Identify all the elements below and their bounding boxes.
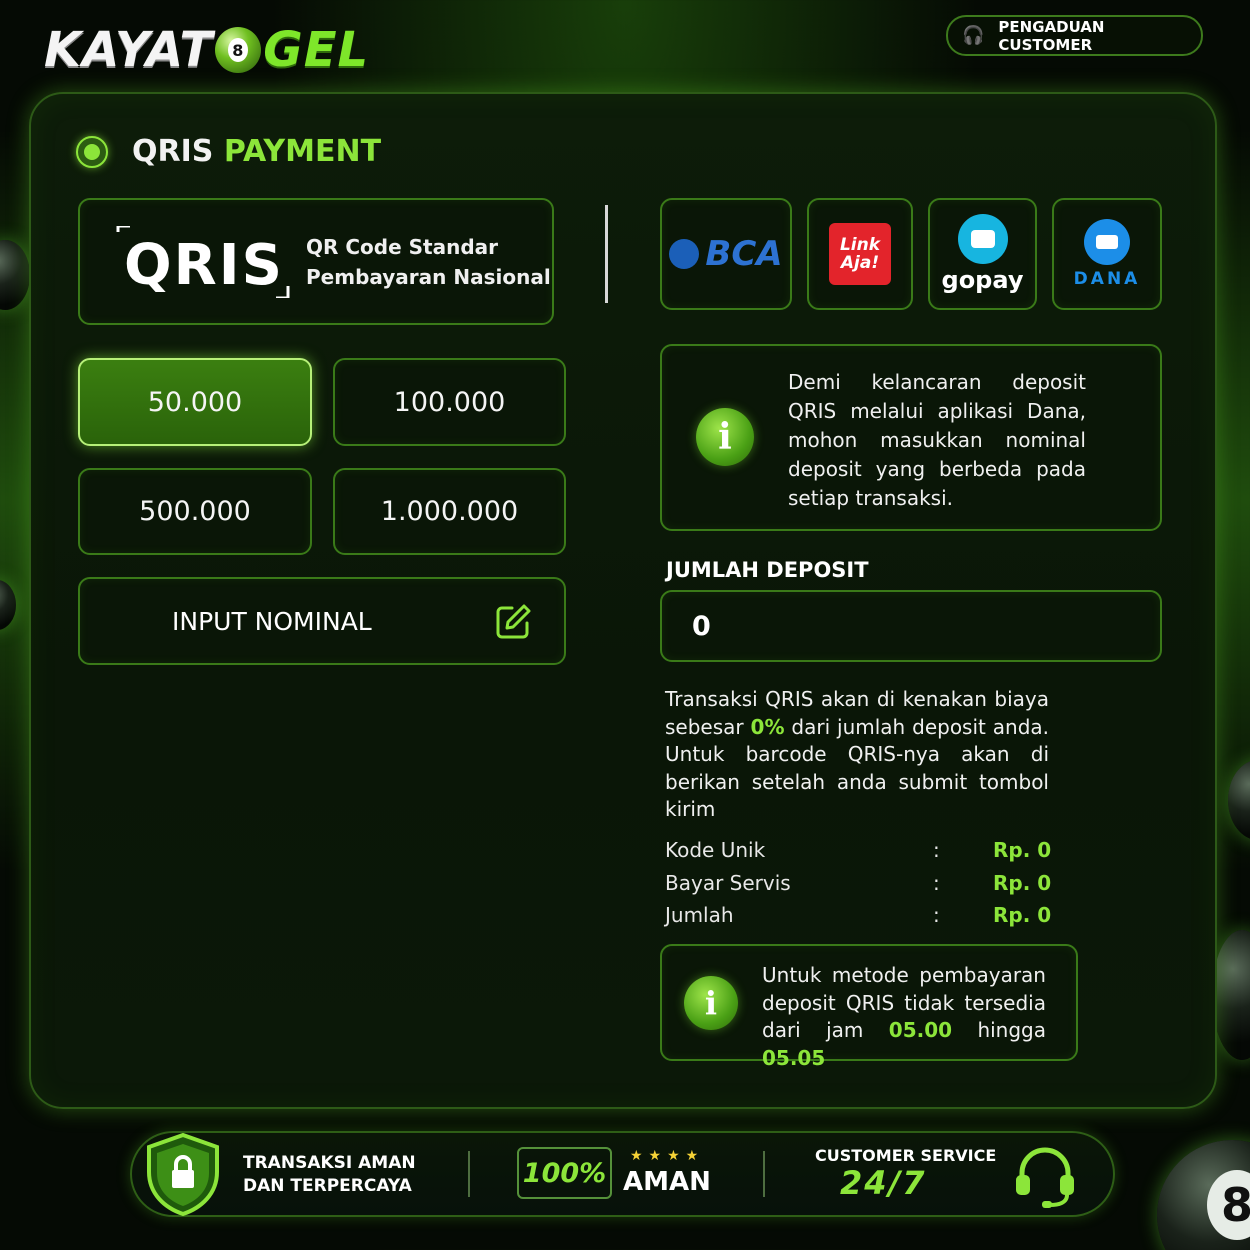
notice-schedule: i Untuk metode pembayaran deposit QRIS t… — [660, 944, 1078, 1070]
qris-card: QRIS QR Code Standar Pembayaran Nasional — [78, 198, 554, 325]
deposit-amount-value: 0 — [692, 610, 711, 642]
qris-line-1: QR Code Standar — [306, 234, 499, 259]
trust-text: TRANSAKSI AMAN DAN TERPERCAYA — [243, 1153, 416, 1196]
svg-text:QRIS: QRIS — [124, 233, 284, 298]
summary-row-bayar-servis: Bayar Servis: Rp. 0 — [665, 870, 1052, 895]
notice-dana: i Demi kelancaran deposit QRIS melalui a… — [660, 344, 1162, 531]
linkaja-logo-icon: Link Aja! — [829, 223, 891, 285]
ball-decoration-icon — [0, 580, 16, 630]
status-dot-icon — [76, 135, 108, 168]
amount-button-50000[interactable]: 50.000 — [78, 358, 312, 446]
summary-table: Kode Unik: Rp. 0 Bayar Servis: Rp. 0 Jumla… — [665, 834, 1055, 932]
info-icon: i — [696, 408, 754, 466]
deposit-label: JUMLAH DEPOSIT — [666, 558, 869, 582]
brand-logo[interactable]: KAYAT 8 GEL — [44, 22, 369, 78]
headset-icon: 🎧 — [962, 25, 985, 46]
provider-gopay[interactable]: gopay — [928, 198, 1037, 310]
notice-dana-text: Demi kelancaran deposit QRIS melalui apl… — [788, 370, 1086, 510]
dana-logo-icon — [1084, 219, 1130, 265]
edit-icon — [496, 604, 531, 639]
percent-badge: 100% — [517, 1147, 612, 1199]
qris-logo-icon: QRIS — [116, 225, 290, 298]
divider — [763, 1151, 765, 1197]
eight-ball-icon — [1228, 760, 1250, 840]
complaint-label: PENGADUAN CUSTOMER — [998, 17, 1105, 54]
amount-button-1000000[interactable]: 1.000.000 — [333, 468, 566, 555]
page-title: QRIS PAYMENT — [76, 134, 381, 169]
logo-text-right: GEL — [263, 22, 370, 78]
ball-decoration-icon — [1212, 930, 1250, 1060]
amount-button-500000[interactable]: 500.000 — [78, 468, 312, 555]
bca-label: BCA — [705, 234, 783, 274]
divider — [605, 205, 608, 303]
amount-button-100000[interactable]: 100.000 — [333, 358, 566, 446]
gopay-label: gopay — [941, 266, 1024, 294]
gopay-logo-icon — [957, 214, 1008, 264]
customer-service-label: CUSTOMER SERVICE — [815, 1146, 997, 1165]
qris-line-2: Pembayaran Nasional — [306, 264, 551, 289]
input-nominal-label: INPUT NOMINAL — [172, 606, 372, 636]
shield-lock-icon — [147, 1132, 219, 1216]
provider-linkaja[interactable]: Link Aja! — [807, 198, 913, 310]
dana-label: DANA — [1073, 269, 1141, 289]
logo-text-left: KAYAT — [44, 22, 214, 78]
eight-ball-icon: 8 — [1157, 1140, 1250, 1250]
fee-percent: 0% — [750, 714, 785, 739]
notice-schedule-text: Untuk metode pembayaran deposit QRIS tid… — [762, 963, 1046, 1070]
amount-label: 100.000 — [393, 386, 506, 418]
amount-label: 50.000 — [147, 386, 243, 418]
complaint-button[interactable]: 🎧 PENGADUAN CUSTOMER — [946, 15, 1203, 56]
provider-dana[interactable]: DANA — [1052, 198, 1162, 310]
amount-label: 500.000 — [139, 496, 251, 527]
ball-decoration-icon — [0, 240, 30, 310]
rating-stars: ★★★★ — [630, 1148, 705, 1164]
deposit-amount-field[interactable]: 0 — [660, 590, 1162, 662]
divider — [468, 1151, 470, 1197]
bca-logo-icon — [669, 239, 700, 269]
provider-bca[interactable]: BCA — [660, 198, 792, 310]
summary-row-kode-unik: Kode Unik: Rp. 0 — [665, 838, 1052, 863]
info-icon: i — [684, 976, 738, 1030]
headset-icon[interactable] — [1012, 1143, 1078, 1209]
input-nominal-button[interactable]: INPUT NOMINAL — [78, 577, 566, 665]
customer-service-hours: 24/7 — [840, 1164, 927, 1202]
fee-description: Transaksi QRIS akan di kenakan biaya seb… — [665, 687, 1050, 821]
summary-row-jumlah: Jumlah: Rp. 0 — [665, 903, 1052, 928]
aman-label: AMAN — [623, 1167, 711, 1197]
eight-ball-number: 8 — [1207, 1170, 1250, 1240]
amount-label: 1.000.000 — [380, 496, 519, 527]
logo-ball-icon: 8 — [215, 27, 262, 73]
